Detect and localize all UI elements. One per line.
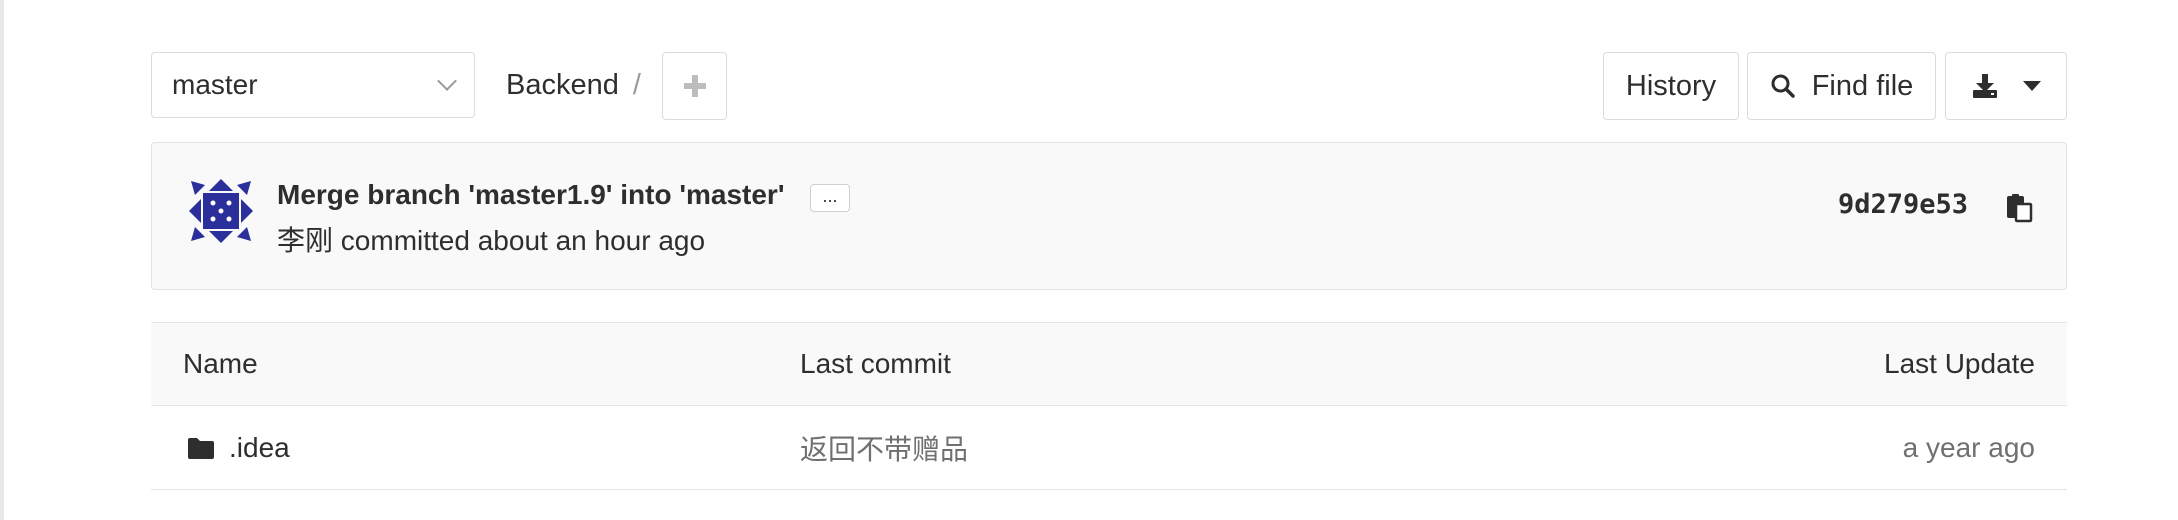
repository-files-page: master Backend / History Find file Merge… [0, 0, 2178, 520]
branch-name: master [172, 69, 258, 100]
find-file-button[interactable]: Find file [1747, 52, 1936, 120]
chevron-down-icon [437, 71, 457, 91]
commit-time-text: committed about an hour ago [340, 225, 706, 256]
table-row[interactable]: .idea 返回不带赠品 a year ago [151, 406, 2067, 490]
caret-down-icon [2023, 81, 2041, 91]
file-name-link[interactable]: .idea [229, 432, 290, 464]
clipboard-icon[interactable] [2004, 193, 2034, 223]
last-update-text: a year ago [1902, 431, 2035, 463]
file-tree-table: Name Last commit Last Update .idea 返回不带赠… [151, 322, 2067, 490]
history-button[interactable]: History [1603, 52, 1739, 120]
download-dropdown-button[interactable] [1945, 52, 2067, 120]
breadcrumb-separator: / [632, 68, 641, 101]
plus-icon [683, 75, 706, 97]
commit-sha-link[interactable]: 9d279e53 [1838, 189, 1968, 220]
search-icon [1771, 74, 1795, 98]
history-label: History [1625, 69, 1717, 102]
avatar[interactable] [187, 177, 255, 245]
table-header-row: Name Last commit Last Update [151, 322, 2067, 406]
add-to-tree-button[interactable] [662, 52, 727, 120]
header-last-commit: Last commit [800, 348, 951, 379]
commit-author-link[interactable]: 李刚 [277, 225, 333, 256]
header-last-update: Last Update [1884, 348, 2035, 379]
last-commit-panel: Merge branch 'master1.9' into 'master' .… [151, 142, 2067, 290]
header-name: Name [183, 348, 258, 379]
breadcrumb-item-backend[interactable]: Backend [506, 69, 619, 102]
commit-author-line: 李刚 committed about an hour ago [277, 219, 705, 259]
folder-icon [188, 437, 214, 459]
branch-dropdown[interactable]: master [151, 52, 475, 118]
last-commit-link[interactable]: 返回不带赠品 [800, 406, 968, 489]
left-edge-border [0, 0, 4, 520]
file-name-cell[interactable]: .idea [187, 406, 290, 489]
breadcrumb: Backend / [506, 52, 641, 118]
download-icon [1973, 74, 1997, 98]
expand-commit-message-button[interactable]: ... [810, 184, 850, 212]
commit-title-link[interactable]: Merge branch 'master1.9' into 'master' [277, 179, 784, 211]
find-file-label: Find file [1811, 69, 1914, 102]
